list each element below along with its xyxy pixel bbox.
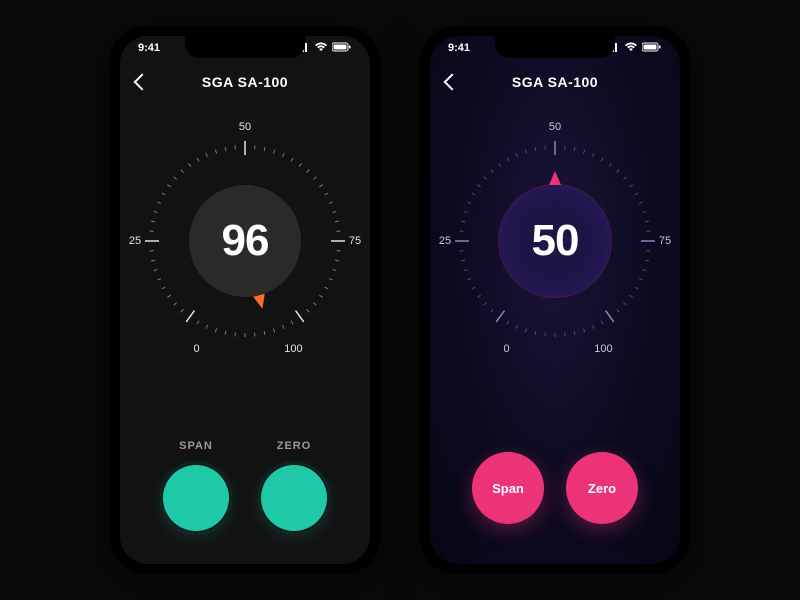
tick-label-75: 75 <box>349 235 361 247</box>
phone-mockup-b: 9:41 SGA SA-100 50 <box>420 26 690 574</box>
gauge: 96 50 25 75 0 100 <box>135 131 355 351</box>
status-time: 9:41 <box>448 42 470 55</box>
phone-mockup-a: 9:41 SGA SA-100 96 <box>110 26 380 574</box>
tick-label-100: 100 <box>284 343 302 355</box>
nav-bar: SGA SA-100 <box>120 74 370 90</box>
tick-label-25: 25 <box>439 235 451 247</box>
zero-button[interactable]: Zero <box>566 452 638 524</box>
zero-button[interactable] <box>258 462 330 534</box>
zero-label: ZERO <box>277 440 312 452</box>
tick-label-50: 50 <box>549 121 561 133</box>
back-icon[interactable] <box>134 74 151 91</box>
battery-icon <box>642 42 662 55</box>
gauge-value: 96 <box>222 216 269 266</box>
span-group: SPAN <box>160 440 232 534</box>
tick-label-0: 0 <box>504 343 510 355</box>
screen: 9:41 SGA SA-100 50 <box>430 36 680 564</box>
action-buttons: Span Zero <box>430 452 680 524</box>
zero-group: ZERO <box>258 440 330 534</box>
notch <box>495 36 615 58</box>
wifi-icon <box>624 42 638 55</box>
gauge: 50 50 25 75 0 100 <box>445 131 665 351</box>
span-button[interactable]: Span <box>472 452 544 524</box>
back-icon[interactable] <box>444 74 461 91</box>
status-time: 9:41 <box>138 42 160 55</box>
gauge-center: 96 <box>189 185 301 297</box>
wifi-icon <box>314 42 328 55</box>
page-title: SGA SA-100 <box>202 74 288 90</box>
gauge-center: 50 <box>499 185 611 297</box>
gauge-pointer-icon <box>253 294 268 311</box>
battery-icon <box>332 42 352 55</box>
page-title: SGA SA-100 <box>512 74 598 90</box>
tick-label-25: 25 <box>129 235 141 247</box>
span-button[interactable] <box>160 462 232 534</box>
notch <box>185 36 305 58</box>
gauge-value: 50 <box>532 216 579 266</box>
tick-label-100: 100 <box>594 343 612 355</box>
span-label: SPAN <box>179 440 213 452</box>
tick-label-50: 50 <box>239 121 251 133</box>
nav-bar: SGA SA-100 <box>430 74 680 90</box>
action-buttons: SPAN ZERO <box>120 440 370 534</box>
screen: 9:41 SGA SA-100 96 <box>120 36 370 564</box>
gauge-pointer-icon <box>549 171 561 185</box>
tick-label-0: 0 <box>194 343 200 355</box>
tick-label-75: 75 <box>659 235 671 247</box>
